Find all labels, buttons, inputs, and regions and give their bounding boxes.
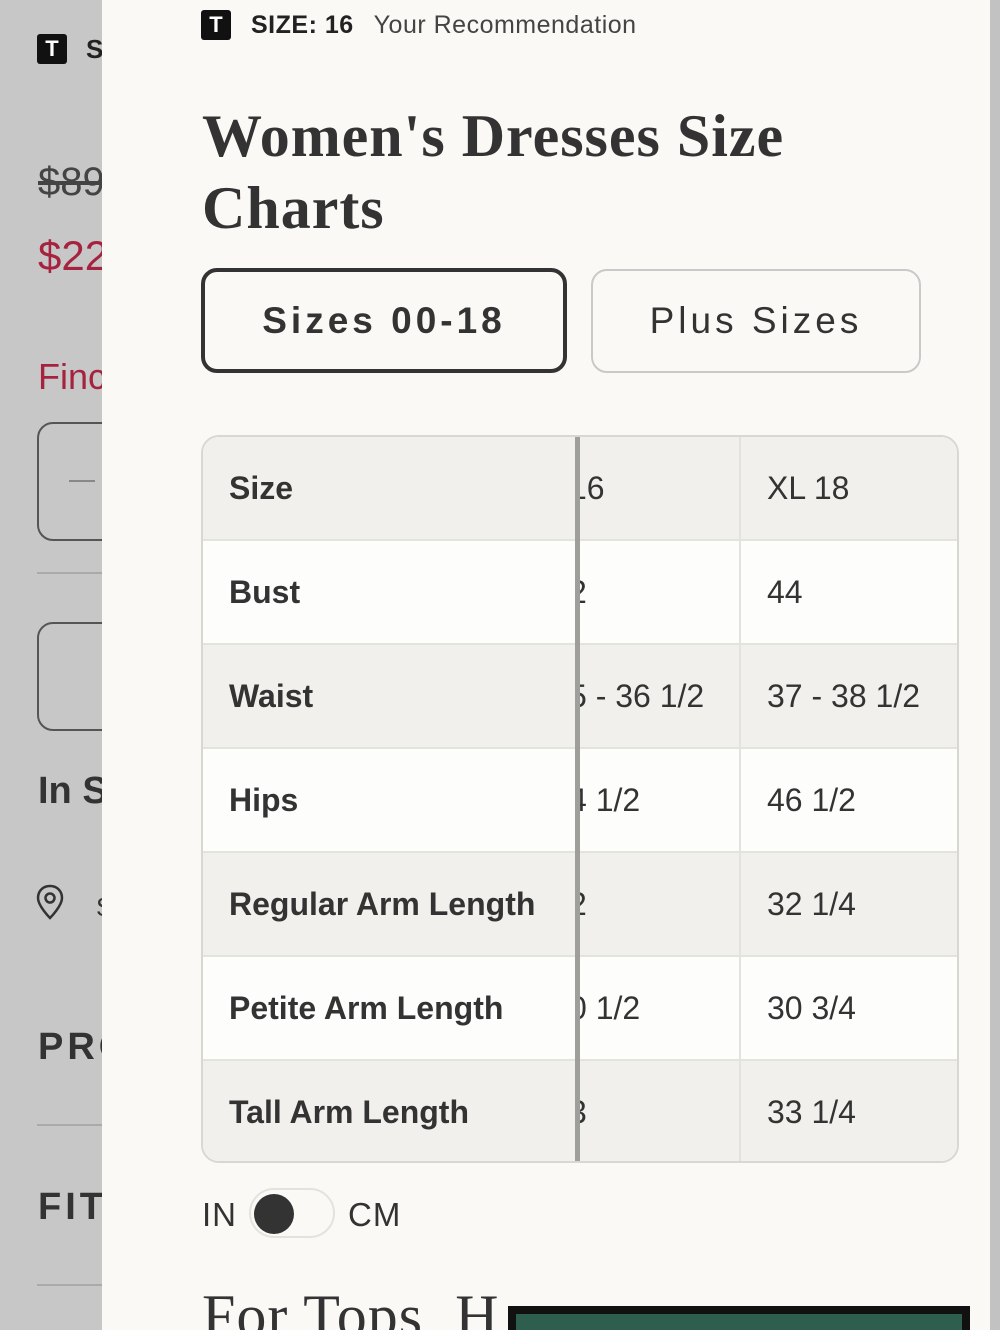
size-chart-table[interactable]: Size 16 XL 18 Bust 2 44 Waist 5 - 36 1/2… bbox=[201, 435, 959, 1163]
row-label: Petite Arm Length bbox=[229, 989, 504, 1026]
unit-toggle[interactable] bbox=[249, 1188, 335, 1238]
brand-logo: T bbox=[201, 10, 231, 40]
cell-size-xl-18: 46 1/2 bbox=[767, 781, 856, 818]
table-row: Petite Arm Length 0 1/2 30 3/4 bbox=[203, 957, 957, 1061]
cell-size-xl-18: 32 1/4 bbox=[767, 885, 856, 922]
original-price: $89 bbox=[38, 160, 105, 204]
next-section-title: For Tops, H bbox=[202, 1283, 500, 1330]
cell-size-16: 5 - 36 1/2 bbox=[579, 677, 705, 714]
brand-logo: T bbox=[37, 34, 67, 64]
header-size-xl-18: XL 18 bbox=[767, 469, 850, 506]
table-row: Tall Arm Length 3 33 1/4 bbox=[203, 1061, 957, 1161]
row-label: Hips bbox=[229, 781, 299, 818]
cell-size-xl-18: 44 bbox=[767, 573, 803, 610]
table-row: Hips 4 1/2 46 1/2 bbox=[203, 749, 957, 853]
row-label: Waist bbox=[229, 677, 314, 714]
header-size-16: 16 bbox=[579, 469, 605, 506]
sticky-column-divider bbox=[575, 437, 580, 1161]
cell-size-16: 2 bbox=[579, 541, 739, 643]
table-row: Regular Arm Length 2 32 1/4 bbox=[203, 853, 957, 957]
recommended-size: SIZE: 16 bbox=[251, 10, 354, 39]
bottom-action-bar-fill bbox=[516, 1314, 962, 1330]
table-row: Bust 2 44 bbox=[203, 541, 957, 645]
find-size-link: Finc bbox=[38, 356, 107, 397]
cell-size-xl-18: 30 3/4 bbox=[767, 989, 856, 1026]
sale-price: $22 bbox=[38, 232, 109, 279]
tab-plus-sizes[interactable]: Plus Sizes bbox=[591, 269, 921, 373]
table-row: Waist 5 - 36 1/2 37 - 38 1/2 bbox=[203, 645, 957, 749]
row-label: Bust bbox=[229, 573, 301, 610]
cell-size-xl-18: 33 1/4 bbox=[767, 1093, 856, 1130]
row-label: Regular Arm Length bbox=[229, 885, 536, 922]
recommendation-label: Your Recommendation bbox=[373, 10, 637, 39]
table-header-row: Size 16 XL 18 bbox=[203, 437, 957, 541]
scrollbar-track bbox=[990, 0, 1000, 1330]
bottom-action-bar[interactable] bbox=[508, 1306, 970, 1330]
tab-sizes-00-18[interactable]: Sizes 00-18 bbox=[201, 268, 567, 373]
cell-size-16: 3 bbox=[579, 1061, 739, 1161]
header-size-label: Size bbox=[229, 469, 294, 506]
cell-size-16: 2 bbox=[579, 853, 739, 955]
location-pin-icon bbox=[36, 884, 64, 920]
recommendation-bar: T SIZE: 16 Your Recommendation bbox=[201, 9, 637, 41]
unit-in-label: IN bbox=[202, 1196, 237, 1233]
in-store-heading: In S bbox=[38, 770, 108, 812]
toggle-knob bbox=[254, 1194, 294, 1234]
cell-size-16: 4 1/2 bbox=[579, 781, 641, 818]
page-title: Women's Dresses Size Charts bbox=[202, 103, 785, 241]
column-divider bbox=[739, 437, 741, 1161]
row-label: Tall Arm Length bbox=[229, 1093, 469, 1130]
size-chart-panel: T SIZE: 16 Your Recommendation Women's D… bbox=[102, 0, 990, 1330]
dash-icon bbox=[69, 480, 95, 482]
fit-heading: FIT bbox=[38, 1186, 107, 1228]
unit-cm-label: CM bbox=[348, 1196, 402, 1233]
cell-size-16: 0 1/2 bbox=[579, 989, 641, 1026]
cell-size-xl-18: 37 - 38 1/2 bbox=[767, 677, 920, 714]
brand-logo-fragment: S bbox=[86, 34, 104, 64]
